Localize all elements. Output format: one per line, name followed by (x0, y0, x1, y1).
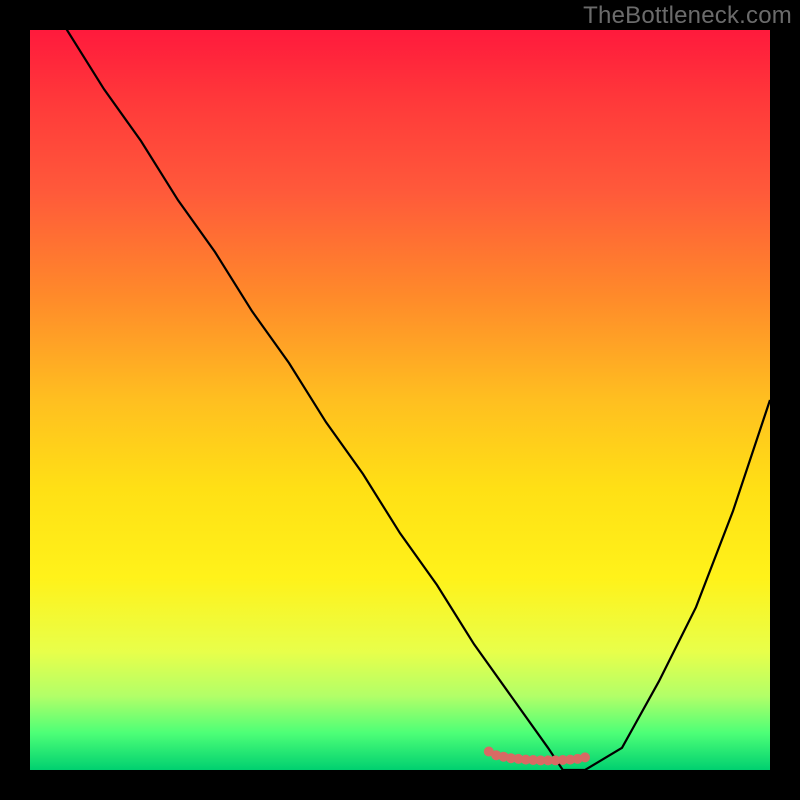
bottleneck-curve (30, 30, 770, 770)
plot-area (30, 30, 770, 770)
chart-frame: TheBottleneck.com (0, 0, 800, 800)
curve-svg (30, 30, 770, 770)
valley-marker-dot (580, 752, 590, 762)
valley-markers (484, 747, 590, 766)
watermark-text: TheBottleneck.com (583, 2, 792, 30)
